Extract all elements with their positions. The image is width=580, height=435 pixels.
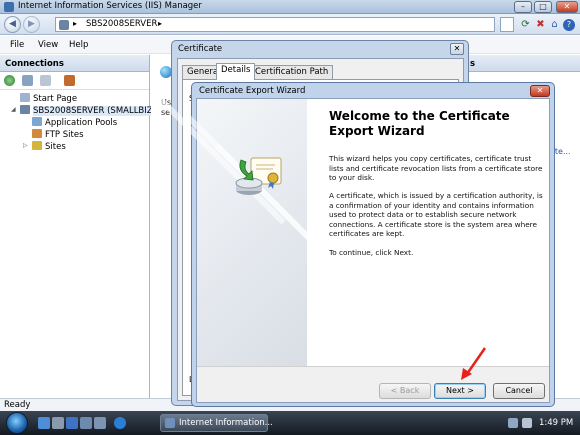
back-button[interactable]: ◀	[4, 16, 21, 33]
menu-file[interactable]: File	[10, 40, 24, 50]
tree-item-application-pools[interactable]: Application Pools	[32, 117, 117, 129]
menu-view[interactable]: View	[38, 40, 58, 50]
connect-icon[interactable]	[4, 75, 15, 86]
maximize-button[interactable]: □	[534, 1, 552, 13]
status-text: Ready	[4, 400, 31, 410]
actions-header-label: s	[470, 59, 476, 69]
close-button[interactable]: ✕	[556, 1, 578, 13]
next-button[interactable]: Next >	[434, 383, 486, 399]
sites-folder-icon	[32, 141, 42, 150]
breadcrumb-arrow-icon[interactable]: ▸	[158, 19, 162, 28]
help-icon[interactable]: ?	[563, 19, 575, 31]
tree-item-ftp-sites[interactable]: FTP Sites	[32, 129, 84, 141]
start-button[interactable]	[6, 412, 28, 434]
home-icon[interactable]: ⌂	[548, 18, 561, 31]
certificate-export-icon	[235, 157, 282, 195]
back-button[interactable]: < Back	[379, 383, 431, 399]
tree-item-server[interactable]: ◢ SBS2008SERVER (SMALLBIZCO	[11, 105, 166, 117]
connections-panel: Connections Start Page ◢ SBS2008SERVER (…	[0, 55, 166, 398]
close-icon[interactable]: ✕	[450, 43, 464, 55]
connections-toolbar	[0, 72, 149, 90]
connections-header: Connections	[0, 55, 149, 72]
start-page-icon	[20, 93, 30, 102]
save-icon[interactable]	[22, 75, 33, 86]
expand-icon[interactable]: ▷	[23, 142, 28, 149]
breadcrumb-arrow-icon: ▸	[73, 19, 78, 28]
disconnect-icon[interactable]	[64, 75, 75, 86]
title-bar: Internet Information Services (IIS) Mana…	[0, 0, 580, 14]
forward-button[interactable]: ▶	[23, 16, 40, 33]
iis-app-icon	[4, 2, 14, 12]
menu-help[interactable]: Help	[69, 40, 88, 50]
address-bar: ◀ ▶ ▸ SBS2008SERVER ▸ ⟳ ✖ ⌂ ?	[0, 14, 580, 35]
close-icon[interactable]: ✕	[530, 85, 550, 97]
taskbar-item-iis[interactable]: Internet Information...	[160, 414, 273, 432]
wizard-heading: Welcome to the Certificate Export Wizard	[329, 109, 510, 138]
window-title: Internet Information Services (IIS) Mana…	[18, 1, 202, 11]
wizard-paragraph-2: A certificate, which is issued by a cert…	[329, 191, 543, 238]
quicklaunch-icon[interactable]	[94, 417, 106, 429]
up-icon[interactable]	[40, 75, 51, 86]
actions-header: s	[468, 55, 580, 72]
taskbar: Internet Information... 1:49 PM	[0, 411, 580, 435]
certificate-export-wizard: Certificate Export Wizard ✕ Welcome to t…	[154, 82, 555, 407]
internet-explorer-icon[interactable]	[114, 417, 126, 429]
refresh-icon[interactable]: ⟳	[519, 18, 532, 31]
wizard-title-bar: Certificate Export Wizard ✕	[192, 83, 554, 98]
collapse-icon[interactable]: ◢	[11, 106, 16, 113]
volume-icon[interactable]	[522, 418, 532, 428]
iis-app-icon	[165, 418, 175, 428]
address-field[interactable]: ▸ SBS2008SERVER ▸	[55, 17, 495, 32]
wizard-side-graphic	[154, 93, 346, 366]
cancel-button[interactable]: Cancel	[493, 383, 545, 399]
application-pools-icon	[32, 117, 42, 126]
server-icon	[59, 20, 69, 30]
red-arrow-annotation	[461, 347, 487, 380]
quicklaunch-icon[interactable]	[52, 417, 64, 429]
tab-details[interactable]: Details	[216, 63, 256, 80]
quicklaunch-icon[interactable]	[38, 417, 50, 429]
quicklaunch-icon[interactable]	[80, 417, 92, 429]
clock[interactable]: 1:49 PM	[539, 418, 573, 428]
address-dropdown-icon[interactable]	[500, 17, 514, 32]
wizard-paragraph-1: This wizard helps you copy certificates,…	[329, 154, 543, 182]
wizard-content: Welcome to the Certificate Export Wizard…	[325, 99, 545, 366]
certificate-dialog-title: Certificate	[178, 44, 223, 54]
tree-item-start-page[interactable]: Start Page	[20, 93, 77, 105]
ftp-sites-icon	[32, 129, 42, 138]
server-icon	[20, 105, 30, 114]
stop-icon[interactable]: ✖	[534, 18, 547, 31]
tab-certification-path[interactable]: Certification Path	[250, 65, 334, 79]
wizard-paragraph-3: To continue, click Next.	[329, 248, 414, 257]
quicklaunch-icon[interactable]	[66, 417, 78, 429]
wizard-title: Certificate Export Wizard	[199, 86, 306, 96]
wizard-body: Welcome to the Certificate Export Wizard…	[154, 93, 550, 403]
tree-item-sites[interactable]: ▷ Sites	[23, 141, 66, 153]
network-icon[interactable]	[508, 418, 518, 428]
wizard-footer: < Back Next > Cancel	[197, 366, 549, 402]
minimize-button[interactable]: –	[514, 1, 532, 13]
breadcrumb-server[interactable]: SBS2008SERVER	[86, 19, 157, 29]
